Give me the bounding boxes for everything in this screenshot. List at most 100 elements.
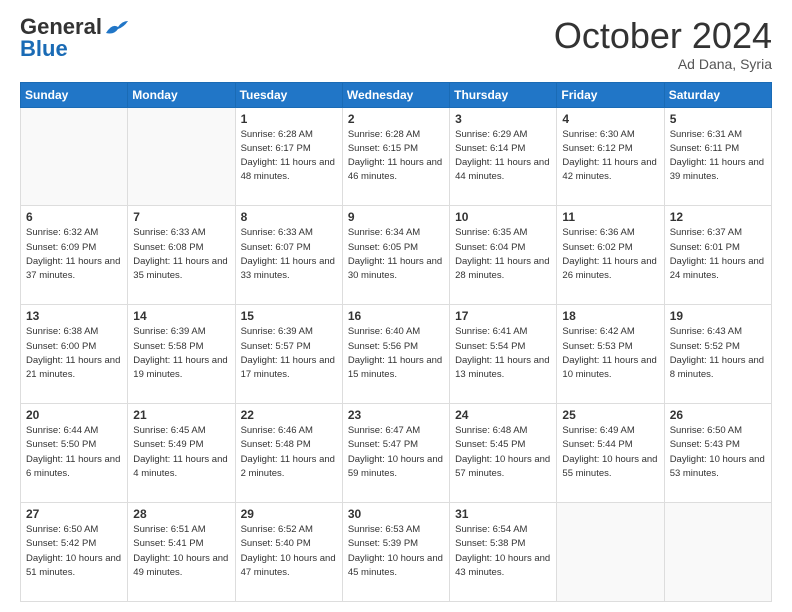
table-row: 24 Sunrise: 6:48 AMSunset: 5:45 PMDayligh… [450, 404, 557, 503]
table-row: 14Sunrise: 6:39 AMSunset: 5:58 PMDayligh… [128, 305, 235, 404]
day-number: 4 [562, 112, 658, 126]
day-info: Sunrise: 6:28 AMSunset: 6:17 PMDaylight:… [241, 128, 337, 185]
day-info: Sunrise: 6:38 AMSunset: 6:00 PMDaylight:… [26, 325, 122, 382]
title-area: October 2024 Ad Dana, Syria [554, 16, 772, 72]
day-number: 28 [133, 507, 229, 521]
table-row: 8 Sunrise: 6:33 AMSunset: 6:07 PMDaylight… [235, 206, 342, 305]
table-row: 22 Sunrise: 6:46 AMSunset: 5:48 PMDayligh… [235, 404, 342, 503]
day-number: 23 [348, 408, 444, 422]
day-info: Sunrise: 6:52 AMSunset: 5:40 PMDaylight:… [241, 523, 337, 580]
day-number: 9 [348, 210, 444, 224]
table-row: 25Sunrise: 6:49 AMSunset: 5:44 PMDayligh… [557, 404, 664, 503]
day-number: 14 [133, 309, 229, 323]
table-row: 6 Sunrise: 6:32 AMSunset: 6:09 PMDaylight… [21, 206, 128, 305]
table-row: 2 Sunrise: 6:28 AMSunset: 6:15 PMDaylight… [342, 107, 449, 206]
logo: GeneralBlue [20, 16, 130, 60]
table-row: 17 Sunrise: 6:41 AMSunset: 5:54 PMDayligh… [450, 305, 557, 404]
table-row: 26Sunrise: 6:50 AMSunset: 5:43 PMDayligh… [664, 404, 771, 503]
day-info: Sunrise: 6:46 AMSunset: 5:48 PMDaylight:… [241, 424, 337, 481]
day-number: 12 [670, 210, 766, 224]
day-number: 1 [241, 112, 337, 126]
header-saturday: Saturday [664, 82, 771, 107]
table-row: 18 Sunrise: 6:42 AMSunset: 5:53 PMDayligh… [557, 305, 664, 404]
day-number: 29 [241, 507, 337, 521]
logo-bird-icon [104, 19, 130, 39]
table-row: 3 Sunrise: 6:29 AMSunset: 6:14 PMDaylight… [450, 107, 557, 206]
day-info: Sunrise: 6:39 AMSunset: 5:57 PMDaylight:… [241, 325, 337, 382]
table-row [664, 503, 771, 602]
table-row: 23Sunrise: 6:47 AMSunset: 5:47 PMDayligh… [342, 404, 449, 503]
day-info: Sunrise: 6:43 AMSunset: 5:52 PMDaylight:… [670, 325, 766, 382]
day-number: 8 [241, 210, 337, 224]
page: GeneralBlue October 2024 Ad Dana, Syria … [0, 0, 792, 612]
day-info: Sunrise: 6:50 AMSunset: 5:42 PMDaylight:… [26, 523, 122, 580]
day-number: 3 [455, 112, 551, 126]
table-row: 16 Sunrise: 6:40 AMSunset: 5:56 PMDayligh… [342, 305, 449, 404]
table-row: 4Sunrise: 6:30 AMSunset: 6:12 PMDaylight… [557, 107, 664, 206]
table-row: 28 Sunrise: 6:51 AMSunset: 5:41 PMDayligh… [128, 503, 235, 602]
header-sunday: Sunday [21, 82, 128, 107]
month-title: October 2024 [554, 16, 772, 56]
logo-text: GeneralBlue [20, 16, 102, 60]
day-info: Sunrise: 6:36 AMSunset: 6:02 PMDaylight:… [562, 226, 658, 283]
day-number: 22 [241, 408, 337, 422]
day-info: Sunrise: 6:35 AMSunset: 6:04 PMDaylight:… [455, 226, 551, 283]
table-row: 20 Sunrise: 6:44 AMSunset: 5:50 PMDayligh… [21, 404, 128, 503]
day-info: Sunrise: 6:37 AMSunset: 6:01 PMDaylight:… [670, 226, 766, 283]
day-number: 19 [670, 309, 766, 323]
table-row: 7 Sunrise: 6:33 AMSunset: 6:08 PMDaylight… [128, 206, 235, 305]
table-row: 10 Sunrise: 6:35 AMSunset: 6:04 PMDayligh… [450, 206, 557, 305]
day-number: 13 [26, 309, 122, 323]
day-number: 18 [562, 309, 658, 323]
day-info: Sunrise: 6:49 AMSunset: 5:44 PMDaylight:… [562, 424, 658, 481]
day-info: Sunrise: 6:40 AMSunset: 5:56 PMDaylight:… [348, 325, 444, 382]
day-number: 30 [348, 507, 444, 521]
day-number: 7 [133, 210, 229, 224]
table-row: 13 Sunrise: 6:38 AMSunset: 6:00 PMDayligh… [21, 305, 128, 404]
calendar-table: Sunday Monday Tuesday Wednesday Thursday… [20, 82, 772, 602]
day-info: Sunrise: 6:42 AMSunset: 5:53 PMDaylight:… [562, 325, 658, 382]
day-info: Sunrise: 6:29 AMSunset: 6:14 PMDaylight:… [455, 128, 551, 185]
day-number: 11 [562, 210, 658, 224]
calendar-week-row: 13 Sunrise: 6:38 AMSunset: 6:00 PMDayligh… [21, 305, 772, 404]
day-number: 5 [670, 112, 766, 126]
table-row: 30Sunrise: 6:53 AMSunset: 5:39 PMDayligh… [342, 503, 449, 602]
day-info: Sunrise: 6:45 AMSunset: 5:49 PMDaylight:… [133, 424, 229, 481]
table-row [557, 503, 664, 602]
day-number: 21 [133, 408, 229, 422]
calendar-week-row: 1 Sunrise: 6:28 AMSunset: 6:17 PMDaylight… [21, 107, 772, 206]
day-info: Sunrise: 6:31 AMSunset: 6:11 PMDaylight:… [670, 128, 766, 185]
day-info: Sunrise: 6:41 AMSunset: 5:54 PMDaylight:… [455, 325, 551, 382]
table-row: 15 Sunrise: 6:39 AMSunset: 5:57 PMDayligh… [235, 305, 342, 404]
day-info: Sunrise: 6:54 AMSunset: 5:38 PMDaylight:… [455, 523, 551, 580]
day-number: 27 [26, 507, 122, 521]
day-info: Sunrise: 6:48 AMSunset: 5:45 PMDaylight:… [455, 424, 551, 481]
table-row: 29 Sunrise: 6:52 AMSunset: 5:40 PMDayligh… [235, 503, 342, 602]
day-info: Sunrise: 6:33 AMSunset: 6:08 PMDaylight:… [133, 226, 229, 283]
header: GeneralBlue October 2024 Ad Dana, Syria [20, 16, 772, 72]
day-number: 26 [670, 408, 766, 422]
day-number: 24 [455, 408, 551, 422]
day-number: 16 [348, 309, 444, 323]
day-number: 2 [348, 112, 444, 126]
day-info: Sunrise: 6:34 AMSunset: 6:05 PMDaylight:… [348, 226, 444, 283]
table-row: 31Sunrise: 6:54 AMSunset: 5:38 PMDayligh… [450, 503, 557, 602]
day-number: 6 [26, 210, 122, 224]
calendar-week-row: 6 Sunrise: 6:32 AMSunset: 6:09 PMDaylight… [21, 206, 772, 305]
day-number: 10 [455, 210, 551, 224]
table-row: 27 Sunrise: 6:50 AMSunset: 5:42 PMDayligh… [21, 503, 128, 602]
table-row: 12 Sunrise: 6:37 AMSunset: 6:01 PMDayligh… [664, 206, 771, 305]
calendar-week-row: 27 Sunrise: 6:50 AMSunset: 5:42 PMDayligh… [21, 503, 772, 602]
day-number: 20 [26, 408, 122, 422]
day-info: Sunrise: 6:28 AMSunset: 6:15 PMDaylight:… [348, 128, 444, 185]
day-info: Sunrise: 6:44 AMSunset: 5:50 PMDaylight:… [26, 424, 122, 481]
day-number: 17 [455, 309, 551, 323]
day-info: Sunrise: 6:33 AMSunset: 6:07 PMDaylight:… [241, 226, 337, 283]
header-wednesday: Wednesday [342, 82, 449, 107]
day-number: 15 [241, 309, 337, 323]
day-info: Sunrise: 6:51 AMSunset: 5:41 PMDaylight:… [133, 523, 229, 580]
table-row: 9 Sunrise: 6:34 AMSunset: 6:05 PMDaylight… [342, 206, 449, 305]
table-row [21, 107, 128, 206]
header-tuesday: Tuesday [235, 82, 342, 107]
day-info: Sunrise: 6:32 AMSunset: 6:09 PMDaylight:… [26, 226, 122, 283]
